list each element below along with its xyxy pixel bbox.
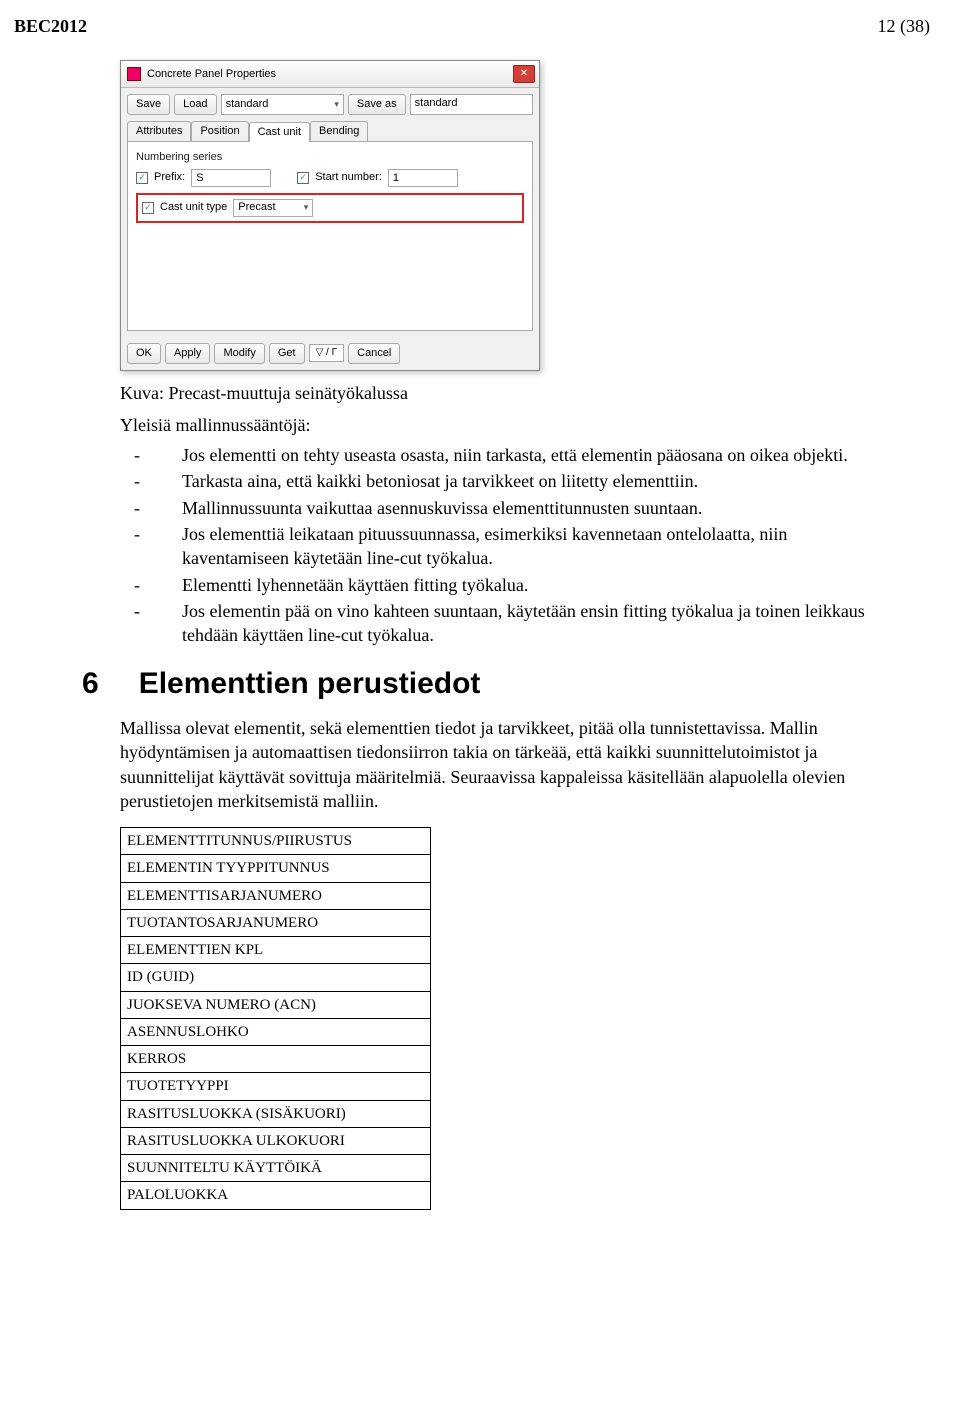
tab-attributes[interactable]: Attributes [127, 121, 191, 141]
dialog-title: Concrete Panel Properties [147, 67, 276, 82]
ok-button[interactable]: OK [127, 343, 161, 364]
get-button[interactable]: Get [269, 343, 305, 364]
list-item: Jos elementti on tehty useasta osasta, n… [158, 443, 870, 467]
rules-list: Jos elementti on tehty useasta osasta, n… [120, 443, 870, 647]
load-button[interactable]: Load [174, 94, 216, 115]
list-item: Jos elementtiä leikataan pituussuunnassa… [158, 522, 870, 571]
table-row: RASITUSLUOKKA (SISÄKUORI) [121, 1100, 431, 1127]
numbering-series-label: Numbering series [136, 150, 524, 165]
tab-cast-unit[interactable]: Cast unit [249, 122, 310, 142]
table-row: ELEMENTIN TYYPPITUNNUS [121, 855, 431, 882]
startnum-input[interactable]: 1 [388, 169, 458, 187]
table-row: ELEMENTTIEN KPL [121, 937, 431, 964]
saveas-input[interactable]: standard [410, 94, 533, 115]
chevron-down-icon: ▾ [304, 201, 309, 213]
castunit-type-label: Cast unit type [160, 200, 227, 215]
close-button[interactable]: ✕ [513, 65, 535, 83]
doc-header-right: 12 (38) [878, 14, 931, 38]
section-number: 6 [82, 664, 99, 705]
table-row: JUOKSEVA NUMERO (ACN) [121, 991, 431, 1018]
table-row: PALOLUOKKA [121, 1182, 431, 1209]
list-item: Mallinnussuunta vaikuttaa asennuskuvissa… [158, 496, 870, 520]
startnum-label: Start number: [315, 170, 382, 185]
prefix-label: Prefix: [154, 170, 185, 185]
doc-header-left: BEC2012 [14, 14, 87, 38]
table-row: ID (GUID) [121, 964, 431, 991]
list-heading: Yleisiä mallinnussääntöjä: [120, 413, 870, 437]
castunit-type-value: Precast [238, 200, 275, 215]
table-row: ELEMENTTITUNNUS/PIIRUSTUS [121, 828, 431, 855]
chevron-down-icon: ▾ [334, 98, 339, 110]
app-icon [127, 67, 141, 81]
section-title: Elementtien perustiedot [139, 664, 481, 705]
cancel-button[interactable]: Cancel [348, 343, 400, 364]
tab-bending[interactable]: Bending [310, 121, 368, 141]
table-row: RASITUSLUOKKA ULKOKUORI [121, 1127, 431, 1154]
list-item: Tarkasta aina, että kaikki betoniosat ja… [158, 469, 870, 493]
table-row: KERROS [121, 1046, 431, 1073]
save-button[interactable]: Save [127, 94, 170, 115]
list-item: Jos elementin pää on vino kahteen suunta… [158, 599, 870, 648]
startnum-checkbox[interactable]: ✓ [297, 172, 309, 184]
saveas-button[interactable]: Save as [348, 94, 406, 115]
table-row: ASENNUSLOHKO [121, 1018, 431, 1045]
preset-value: standard [226, 97, 269, 112]
dialog-concrete-panel-properties: Concrete Panel Properties ✕ Save Load st… [120, 60, 540, 371]
dialog-titlebar: Concrete Panel Properties ✕ [121, 61, 539, 88]
section-paragraph: Mallissa olevat elementit, sekä elementt… [120, 716, 870, 813]
prefix-input[interactable]: S [191, 169, 271, 187]
table-row: TUOTANTOSARJANUMERO [121, 909, 431, 936]
modify-button[interactable]: Modify [214, 343, 264, 364]
close-icon: ✕ [520, 69, 528, 79]
properties-table: ELEMENTTITUNNUS/PIIRUSTUS ELEMENTIN TYYP… [120, 827, 431, 1210]
table-row: TUOTETYYPPI [121, 1073, 431, 1100]
apply-button[interactable]: Apply [165, 343, 211, 364]
castunit-checkbox[interactable]: ✓ [142, 202, 154, 214]
highlight-box: ✓ Cast unit type Precast ▾ [136, 193, 524, 223]
table-row: ELEMENTTISARJANUMERO [121, 882, 431, 909]
filter-toggle[interactable]: ▽ / Γ [309, 344, 345, 362]
tab-panel-cast-unit: Numbering series ✓ Prefix: S ✓ Start num… [127, 141, 533, 331]
prefix-checkbox[interactable]: ✓ [136, 172, 148, 184]
castunit-type-select[interactable]: Precast ▾ [233, 199, 313, 217]
list-item: Elementti lyhennetään käyttäen fitting t… [158, 573, 870, 597]
figure-caption: Kuva: Precast-muuttuja seinätyökalussa [120, 381, 870, 405]
table-row: SUUNNITELTU KÄYTTÖIKÄ [121, 1155, 431, 1182]
tab-position[interactable]: Position [191, 121, 248, 141]
preset-select[interactable]: standard ▾ [221, 94, 344, 115]
